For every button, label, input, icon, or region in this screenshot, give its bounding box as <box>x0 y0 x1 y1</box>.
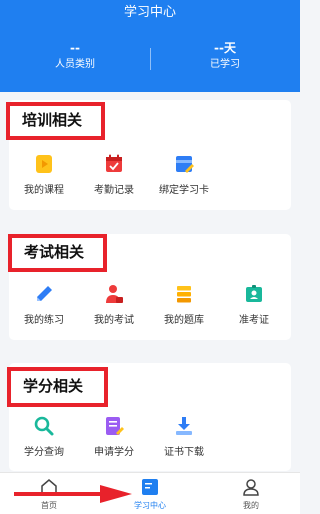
certificate-download-button[interactable]: 证书下载 <box>149 415 219 459</box>
item-label: 绑定学习卡 <box>159 185 209 196</box>
stat-label: 人员类别 <box>55 59 95 70</box>
card-icon <box>176 156 194 173</box>
item-label: 准考证 <box>239 315 269 326</box>
pencil-icon <box>37 286 52 301</box>
section-title-exam: 考试相关 <box>8 234 107 272</box>
my-courses-button[interactable]: 我的课程 <box>9 153 79 197</box>
id-card-icon <box>246 285 262 302</box>
bind-study-card-button[interactable]: 绑定学习卡 <box>149 153 219 197</box>
stat-label: 已学习 <box>210 59 240 70</box>
video-icon <box>36 155 52 173</box>
tab-label: 我的 <box>243 501 259 510</box>
item-label: 学分查询 <box>24 447 64 458</box>
my-exams-button[interactable]: 我的考试 <box>79 283 149 327</box>
database-icon <box>177 286 191 303</box>
tab-study-center[interactable]: 学习中心 <box>120 477 180 511</box>
stat-value: --天 <box>214 41 236 55</box>
section-title-credit: 学分相关 <box>7 367 108 407</box>
tab-label: 学习中心 <box>134 501 166 510</box>
item-label: 我的考试 <box>94 315 134 326</box>
form-icon <box>106 417 124 435</box>
item-label: 证书下载 <box>164 447 204 458</box>
page-title: 学习中心 <box>123 5 176 20</box>
credit-query-button[interactable]: 学分查询 <box>9 415 79 459</box>
user-icon <box>243 479 259 496</box>
exam-icon <box>106 285 123 303</box>
attendance-record-button[interactable]: 考勤记录 <box>79 153 149 197</box>
stat-value: -- <box>70 41 80 55</box>
calendar-icon <box>106 154 122 172</box>
tab-home[interactable]: 首页 <box>19 477 79 511</box>
item-label: 我的题库 <box>164 315 204 326</box>
stat-person-category: -- 人员类别 <box>0 40 150 72</box>
home-icon <box>41 479 57 495</box>
tab-label: 首页 <box>41 501 57 510</box>
admission-ticket-button[interactable]: 准考证 <box>219 283 289 327</box>
my-practice-button[interactable]: 我的练习 <box>9 283 79 327</box>
download-icon <box>176 417 192 435</box>
my-question-bank-button[interactable]: 我的题库 <box>149 283 219 327</box>
tab-mine[interactable]: 我的 <box>221 477 281 511</box>
item-label: 考勤记录 <box>94 185 134 196</box>
book-icon <box>142 479 158 495</box>
search-icon <box>34 416 54 436</box>
item-label: 我的练习 <box>24 315 64 326</box>
item-label: 申请学分 <box>94 447 134 458</box>
apply-credit-button[interactable]: 申请学分 <box>79 415 149 459</box>
stat-days-studied: --天 已学习 <box>150 40 300 72</box>
bottom-tab-bar: 首页 学习中心 我的 <box>0 472 300 514</box>
header: 学习中心 -- 人员类别 --天 已学习 <box>0 0 300 92</box>
item-label: 我的课程 <box>24 185 64 196</box>
section-title-training: 培训相关 <box>6 102 105 140</box>
